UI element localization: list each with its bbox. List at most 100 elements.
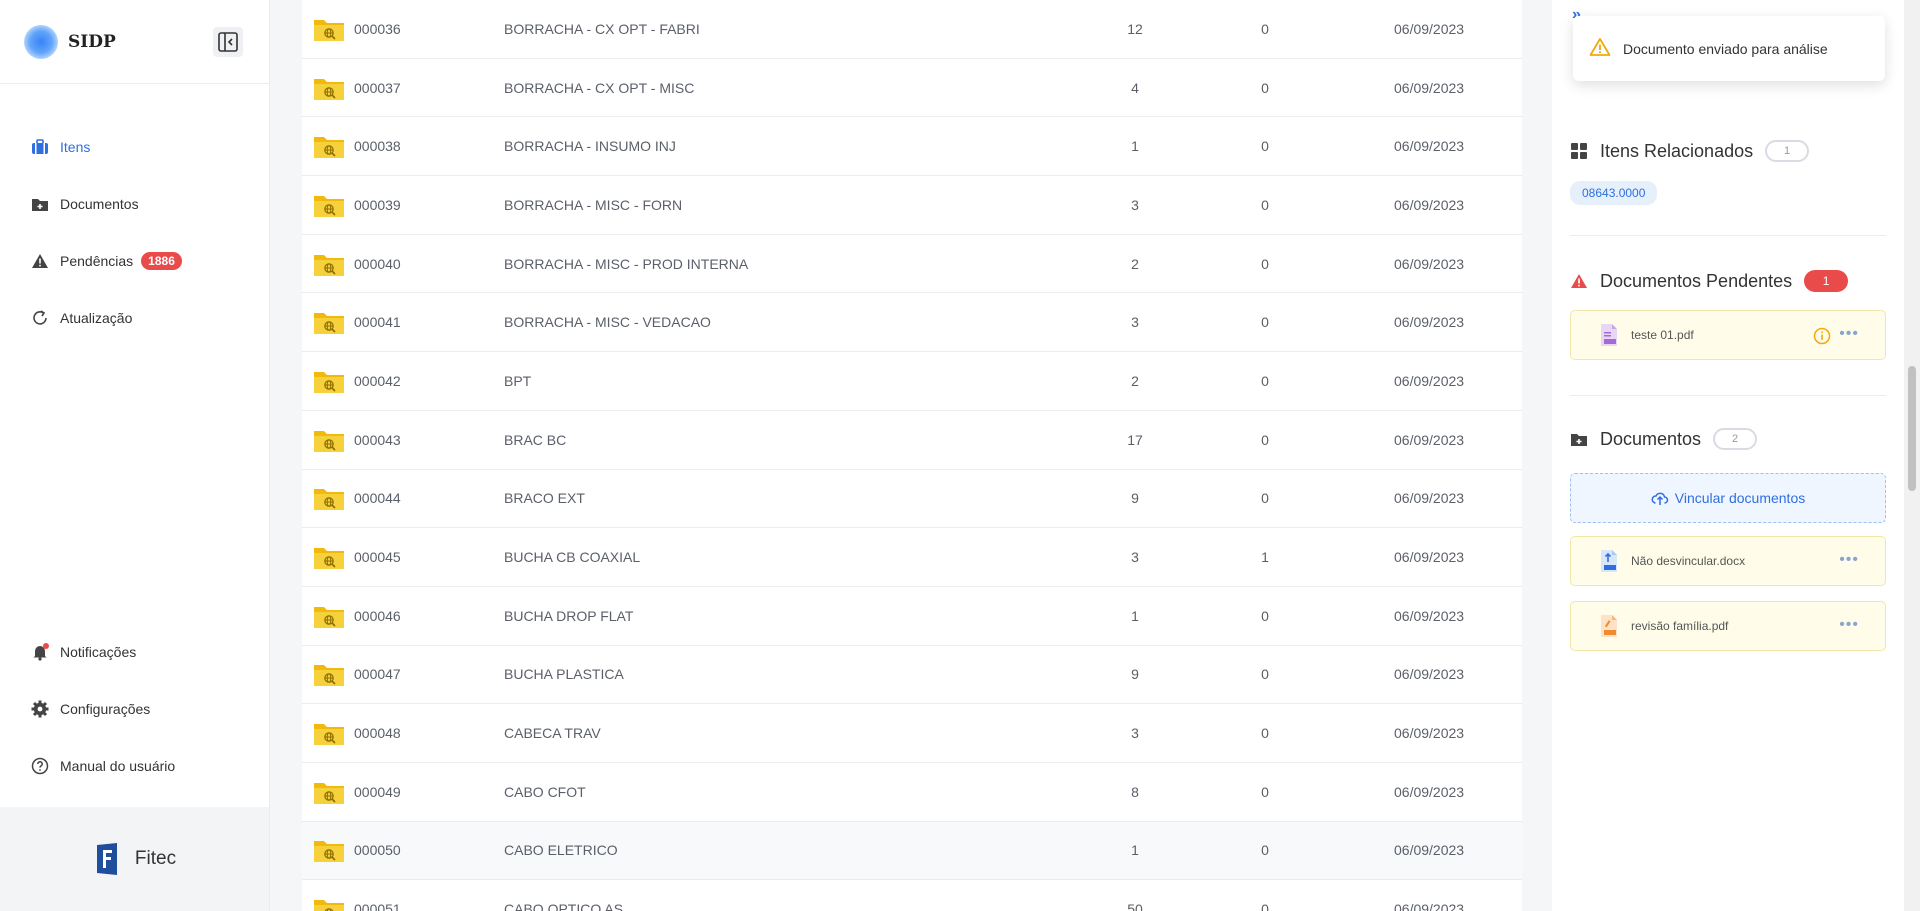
table-body: 000036 BORRACHA - CX OPT - FABRI 12 0 06/09/… (302, 0, 1522, 911)
folder-icon (313, 368, 345, 394)
nav-label: Itens (60, 138, 91, 155)
gear-icon (30, 699, 50, 719)
more-options-icon[interactable]: ••• (1839, 551, 1859, 569)
nav-item-pendencias[interactable]: Pendências 1886 (0, 232, 269, 289)
item-name: BORRACHA - MISC - FORN (504, 196, 683, 213)
item-code: 000036 (354, 20, 401, 37)
item-code: 000040 (354, 255, 401, 272)
more-options-icon[interactable]: ••• (1839, 325, 1859, 343)
folder-icon (313, 896, 345, 911)
brand-header: SIDP (0, 0, 269, 84)
documents-count: 2 (1713, 428, 1758, 450)
item-date: 06/09/2023 (1394, 372, 1465, 389)
item-pending: 0 (1261, 196, 1269, 213)
table-row[interactable]: 000037 BORRACHA - CX OPT - MISC 4 0 06/09/20… (302, 59, 1522, 118)
pending-doc-card[interactable]: teste 01.pdf ••• (1570, 310, 1886, 360)
nav-item-documentos[interactable]: Documentos (0, 175, 269, 232)
item-code: 000047 (354, 666, 401, 683)
item-name: BORRACHA - CX OPT - MISC (504, 79, 695, 96)
item-quantity: 4 (1131, 79, 1139, 96)
secondary-nav: Notificações Configurações Manual do usu… (0, 623, 269, 794)
nav-item-itens[interactable]: Itens (0, 118, 269, 175)
table-row[interactable]: 000045 BUCHA CB COAXIAL 3 1 06/09/2023 (302, 528, 1522, 587)
item-date: 06/09/2023 (1394, 666, 1465, 683)
item-name: CABO CFOT (504, 783, 586, 800)
table-row[interactable]: 000042 BPT 2 0 06/09/2023 (302, 352, 1522, 411)
item-pending: 0 (1261, 901, 1269, 911)
nav-label: Notificações (60, 643, 137, 660)
folder-icon (313, 779, 345, 805)
table-row[interactable]: 000044 BRACO EXT 9 0 06/09/2023 (302, 470, 1522, 529)
table-row[interactable]: 000038 BORRACHA - INSUMO INJ 1 0 06/09/2023 (302, 117, 1522, 177)
folder-icon (313, 485, 345, 511)
link-documents-label: Vincular documentos (1674, 490, 1806, 506)
details-panel (1552, 0, 1904, 911)
documents-header: Documentos 2 (1570, 428, 1758, 450)
item-code: 000045 (354, 549, 401, 566)
scrollbar-thumb[interactable] (1908, 366, 1916, 491)
item-name: BORRACHA - INSUMO INJ (504, 138, 676, 155)
documents-title: Documentos (1600, 428, 1702, 449)
item-pending: 0 (1261, 372, 1269, 389)
item-name: BRACO EXT (504, 490, 585, 507)
item-code: 000046 (354, 607, 401, 624)
item-code: 000050 (354, 842, 401, 859)
item-quantity: 8 (1131, 783, 1139, 800)
item-quantity: 17 (1127, 431, 1143, 448)
table-row[interactable]: 000043 BRAC BC 17 0 06/09/2023 (302, 411, 1522, 470)
info-icon[interactable] (1813, 327, 1831, 348)
table-row[interactable]: 000047 BUCHA PLASTICA 9 0 06/09/2023 (302, 646, 1522, 705)
table-row[interactable]: 000050 CABO ELETRICO 1 0 06/09/2023 (302, 821, 1522, 881)
item-date: 06/09/2023 (1394, 431, 1465, 448)
item-name: CABO ELETRICO (504, 842, 618, 859)
alert-icon (1570, 272, 1588, 290)
table-row[interactable]: 000051 CABO OPTICO AS 50 0 06/09/2023 (302, 880, 1522, 911)
briefcase-icon (30, 137, 50, 157)
item-date: 06/09/2023 (1394, 314, 1465, 331)
refresh-icon (30, 308, 50, 328)
table-row[interactable]: 000036 BORRACHA - CX OPT - FABRI 12 0 06/09/… (302, 0, 1522, 59)
nav-item-notificacoes[interactable]: Notificações (0, 623, 269, 680)
related-item-tag[interactable]: 08643.0000 (1570, 181, 1658, 205)
nav-item-atualizacao[interactable]: Atualização (0, 289, 269, 346)
item-quantity: 2 (1131, 255, 1139, 272)
table-row[interactable]: 000048 CABECA TRAV 3 0 06/09/2023 (302, 704, 1522, 763)
item-date: 06/09/2023 (1394, 20, 1465, 37)
table-row[interactable]: 000046 BUCHA DROP FLAT 1 0 06/09/2023 (302, 587, 1522, 646)
document-card[interactable]: Não desvincular.docx ••• (1570, 536, 1886, 586)
toast-message: Documento enviado para análise (1623, 40, 1828, 57)
items-table: 000036 BORRACHA - CX OPT - FABRI 12 0 06/09/… (302, 0, 1522, 911)
folder-plus-icon (1570, 430, 1588, 448)
nav-item-manual[interactable]: Manual do usuário (0, 737, 269, 794)
collapse-sidebar-button[interactable] (213, 27, 243, 57)
item-quantity: 9 (1131, 490, 1139, 507)
pending-docs-header: Documentos Pendentes 1 (1570, 270, 1849, 292)
folder-icon (313, 661, 345, 687)
item-date: 06/09/2023 (1394, 607, 1465, 624)
nav-item-configuracoes[interactable]: Configurações (0, 680, 269, 737)
more-options-icon[interactable]: ••• (1839, 616, 1859, 634)
item-name: BRAC BC (504, 431, 567, 448)
item-date: 06/09/2023 (1394, 901, 1465, 911)
folder-icon (313, 75, 345, 101)
toast-notification: Documento enviado para análise (1573, 16, 1885, 81)
item-quantity: 9 (1131, 666, 1139, 683)
item-code: 000042 (354, 372, 401, 389)
table-row[interactable]: 000041 BORRACHA - MISC - VEDACAO 3 0 06/09/2… (302, 293, 1522, 353)
item-pending: 0 (1261, 431, 1269, 448)
item-name: BORRACHA - MISC - PROD INTERNA (504, 255, 749, 272)
scrollbar[interactable] (1904, 0, 1920, 911)
item-quantity: 3 (1131, 196, 1139, 213)
link-documents-button[interactable]: Vincular documentos (1570, 473, 1886, 523)
cloud-upload-icon (1651, 492, 1668, 505)
table-row[interactable]: 000040 BORRACHA - MISC - PROD INTERNA 2 0 06… (302, 235, 1522, 294)
document-card[interactable]: revisão família.pdf ••• (1570, 601, 1886, 651)
related-items-count: 1 (1765, 140, 1810, 162)
table-row[interactable]: 000039 BORRACHA - MISC - FORN 3 0 06/09/2023 (302, 176, 1522, 235)
footer-brand: Fitec (0, 807, 269, 911)
item-name: BUCHA PLASTICA (504, 666, 624, 683)
related-items-title: Itens Relacionados (1600, 140, 1754, 161)
table-row[interactable]: 000049 CABO CFOT 8 0 06/09/2023 (302, 763, 1522, 822)
item-quantity: 12 (1127, 20, 1143, 37)
nav-label: Pendências (60, 252, 134, 269)
